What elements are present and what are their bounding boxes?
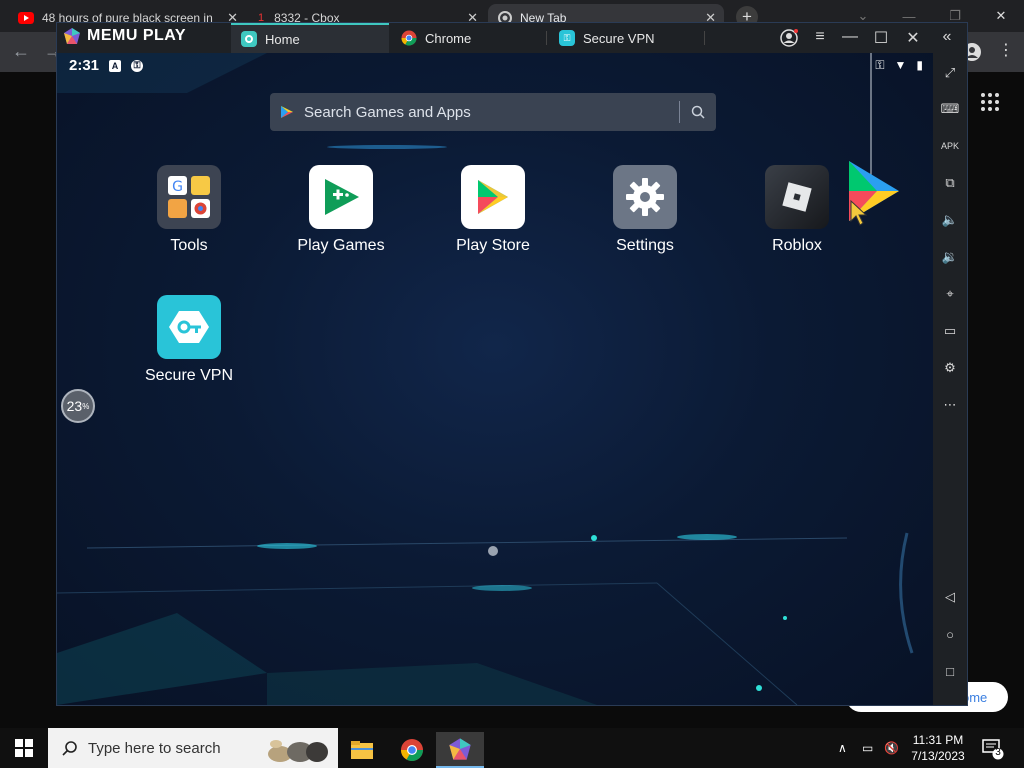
more-icon[interactable]: ⋯ (940, 395, 960, 415)
status-key-icon: ⚿ (131, 59, 144, 72)
taskbar-search-placeholder: Type here to search (88, 739, 221, 757)
notification-count: 3 (995, 747, 1001, 758)
youtube-icon (18, 12, 34, 24)
app-secure-vpn[interactable]: Secure VPN (124, 295, 254, 385)
multi-instance-icon[interactable]: ⧉ (940, 173, 960, 193)
play-games-icon (309, 165, 373, 229)
memu-close-icon[interactable]: ✕ (903, 28, 923, 48)
settings-icon[interactable]: ⚙ (940, 358, 960, 378)
close-window-icon[interactable]: ✕ (978, 0, 1024, 32)
memu-maximize-icon[interactable]: ☐ (871, 28, 891, 48)
memu-tab-home[interactable]: Home (231, 23, 389, 53)
app-tools[interactable]: G Tools (124, 165, 254, 255)
android-recents-icon[interactable]: □ (940, 661, 960, 681)
notification-center-icon[interactable]: 3 (980, 736, 1004, 760)
chrome-menu-icon[interactable]: ⋮ (998, 40, 1014, 60)
android-back-icon[interactable]: ◁ (940, 587, 960, 607)
chrome-icon (401, 30, 417, 46)
start-button[interactable] (0, 728, 48, 768)
memu-logo: MEMU PLAY (63, 27, 186, 45)
status-time: 2:31 (69, 57, 100, 74)
tab-label: Home (265, 31, 300, 47)
memu-titlebar: MEMU PLAY Home Chrome ⚿ Secure VPN ≡ — ☐… (57, 23, 967, 53)
memory-gauge[interactable]: 23% (61, 389, 95, 423)
location-icon[interactable]: ⌖ (940, 284, 960, 304)
windows-logo-icon (15, 739, 33, 757)
app-play-store[interactable]: Play Store (428, 165, 558, 255)
status-bar-left: 2:31 A ⚿ (69, 57, 144, 74)
app-roblox[interactable]: Roblox (732, 165, 862, 255)
android-home-icon[interactable]: ○ (940, 624, 960, 644)
taskbar-clock[interactable]: 11:31 PM 7/13/2023 (905, 732, 971, 764)
wifi-icon: ▼ (894, 58, 907, 72)
secure-vpn-icon (157, 295, 221, 359)
tab-label: Chrome (425, 30, 472, 46)
status-bar-right: ⚿ ▼ ▮ (875, 58, 923, 73)
windows-taskbar: Type here to search ∧ ▭ 🔇 11:31 PM 7/13/… (0, 728, 1024, 768)
page-indicator (488, 546, 498, 556)
app-label: Tools (170, 237, 208, 254)
play-store-icon (281, 106, 293, 118)
taskbar-search[interactable]: Type here to search (48, 728, 338, 768)
search-icon[interactable] (690, 104, 706, 120)
roblox-icon (765, 165, 829, 229)
battery-icon: ▮ (916, 58, 923, 72)
memu-tab-securevpn[interactable]: ⚿ Secure VPN (549, 23, 705, 53)
tray-chevron-icon[interactable]: ∧ (838, 728, 847, 768)
app-label: Roblox (772, 237, 822, 254)
search-bar[interactable]: Search Games and Apps (270, 93, 716, 131)
search-placeholder: Search Games and Apps (304, 103, 471, 121)
desktop: 48 hours of pure black screen in ✕ 1 833… (0, 0, 1024, 768)
dragging-play-store-icon (849, 161, 899, 226)
file-explorer-icon[interactable] (338, 732, 386, 768)
memu-minimize-icon[interactable]: — (840, 28, 860, 46)
svg-text:G: G (172, 179, 183, 195)
gauge-unit: % (82, 401, 90, 411)
fullscreen-icon[interactable]: ⤢ (940, 63, 960, 83)
volume-up-icon[interactable]: 🔈 (940, 210, 960, 230)
app-settings[interactable]: Settings (580, 165, 710, 255)
memu-tab-chrome[interactable]: Chrome (391, 23, 547, 53)
vpn-key-icon: ⚿ (875, 58, 885, 72)
settings-gear-icon (613, 165, 677, 229)
tab-label: Secure VPN (583, 30, 655, 46)
clock-time: 11:31 PM (912, 733, 964, 747)
memu-menu-icon[interactable]: ≡ (810, 28, 830, 46)
app-label: Play Store (456, 237, 530, 254)
volume-muted-icon[interactable]: 🔇 (884, 728, 899, 768)
search-highlight-image (268, 740, 328, 762)
folder-icon[interactable]: ▭ (940, 321, 960, 341)
tools-folder-icon: G (157, 165, 221, 229)
back-icon[interactable]: ← (12, 41, 30, 62)
memu-logo-icon (64, 28, 80, 44)
memu-side-toolbar: ⤢ ⌨ APK ⧉ 🔈 🔉 ⌖ ▭ ⚙ ⋯ ◁ ○ □ (933, 53, 967, 705)
home-tab-icon (241, 31, 257, 47)
clock-date: 7/13/2023 (911, 749, 965, 763)
network-icon[interactable]: ▭ (862, 728, 873, 768)
keyboard-icon[interactable]: ⌨ (940, 99, 960, 119)
status-a-icon: A (109, 59, 122, 72)
app-label: Play Games (297, 237, 385, 254)
app-play-games[interactable]: Play Games (276, 165, 406, 255)
vpn-icon: ⚿ (559, 30, 575, 46)
gauge-value: 23 (66, 398, 83, 414)
search-icon (62, 741, 77, 756)
memu-taskbar-icon[interactable] (436, 732, 484, 768)
app-label: Settings (616, 237, 674, 254)
account-icon[interactable] (780, 29, 798, 47)
play-store-icon (461, 165, 525, 229)
chrome-taskbar-icon[interactable] (388, 732, 436, 768)
apk-install-icon[interactable]: APK (940, 136, 960, 156)
collapse-sidebar-icon[interactable]: « (937, 28, 957, 46)
memu-window: MEMU PLAY Home Chrome ⚿ Secure VPN ≡ — ☐… (56, 22, 968, 706)
apps-grid-icon[interactable] (980, 92, 1000, 112)
android-screen: 2:31 A ⚿ ⚿ ▼ ▮ Search Games and Apps G T… (57, 53, 933, 705)
app-label: Secure VPN (144, 367, 234, 384)
volume-down-icon[interactable]: 🔉 (940, 247, 960, 267)
memu-logo-text: MEMU PLAY (87, 27, 187, 44)
